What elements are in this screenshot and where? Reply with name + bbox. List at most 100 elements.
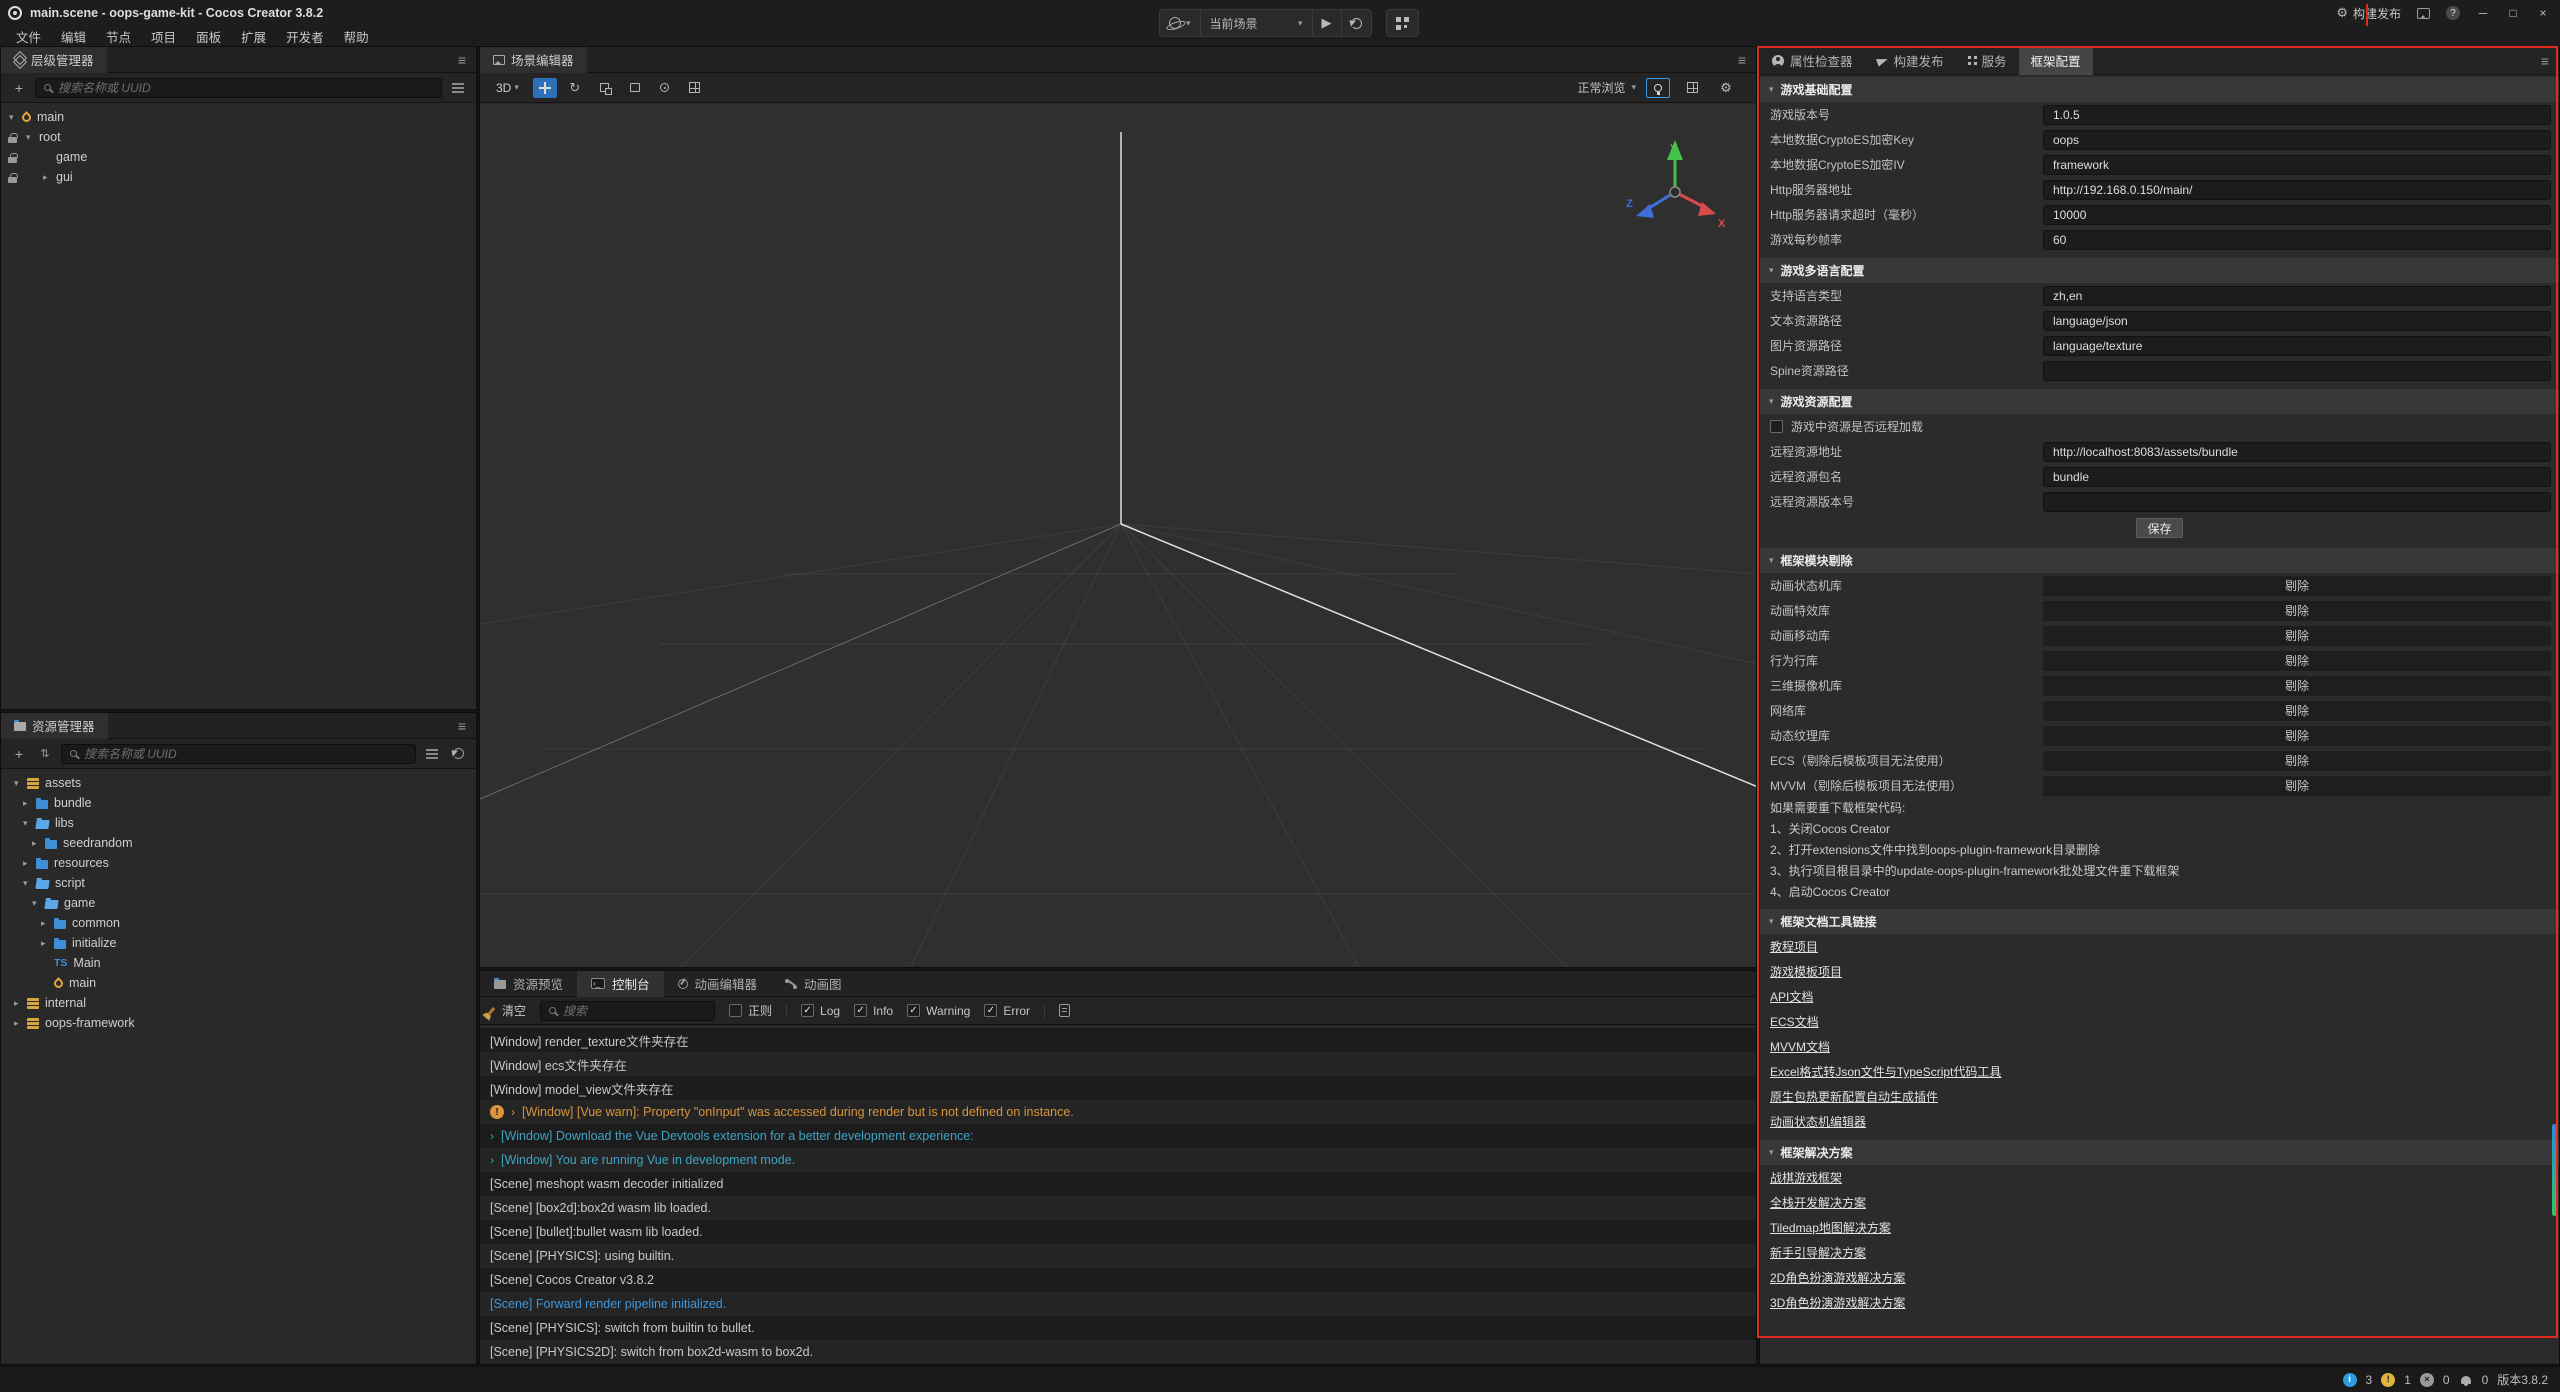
regex-checkbox[interactable]: 正则 xyxy=(729,1002,772,1019)
log-entry[interactable]: [Window] You are running Vue in developm… xyxy=(480,1148,1756,1172)
create-node-button[interactable]: + xyxy=(9,78,29,98)
doc-link[interactable]: Excel格式转Json文件与TypeScript代码工具 xyxy=(1770,1063,2001,1080)
remove-module-button[interactable]: 剔除 xyxy=(2043,701,2551,721)
asset-node[interactable]: assets xyxy=(1,773,476,793)
log-entry[interactable]: [Scene] [box2d]:box2d wasm lib loaded. xyxy=(480,1196,1756,1220)
remove-module-button[interactable]: 剔除 xyxy=(2043,651,2551,671)
hierarchy-node[interactable]: gui xyxy=(1,167,476,187)
expand-chevron-icon[interactable] xyxy=(14,1018,27,1029)
text-input[interactable]: bundle xyxy=(2043,467,2551,487)
menu-edit[interactable]: 编辑 xyxy=(51,27,96,46)
asset-node[interactable]: bundle xyxy=(1,793,476,813)
menu-node[interactable]: 节点 xyxy=(96,27,141,46)
solution-link[interactable]: Tiledmap地图解决方案 xyxy=(1770,1219,1891,1236)
expand-chevron-icon[interactable] xyxy=(23,878,36,889)
assets-search-input[interactable]: 搜索名称或 UUID xyxy=(61,744,416,764)
warning-count-icon[interactable]: ! xyxy=(2381,1373,2395,1387)
text-input[interactable]: language/json xyxy=(2043,311,2551,331)
log-entry[interactable]: [Scene] [bullet]:bullet wasm lib loaded. xyxy=(480,1220,1756,1244)
save-button[interactable]: 保存 xyxy=(2136,518,2182,538)
expand-chevron-icon[interactable] xyxy=(26,132,39,143)
panel-menu-icon[interactable]: ≡ xyxy=(458,52,466,68)
menu-project[interactable]: 项目 xyxy=(141,27,186,46)
text-input[interactable]: 10000 xyxy=(2043,205,2551,225)
error-count-icon[interactable]: × xyxy=(2420,1373,2434,1387)
orientation-gizmo[interactable]: Y X Z xyxy=(1620,132,1730,242)
menu-developer[interactable]: 开发者 xyxy=(276,27,334,46)
close-button[interactable]: × xyxy=(2536,6,2550,20)
remove-module-button[interactable]: 剔除 xyxy=(2043,626,2551,646)
preview-qr-button[interactable] xyxy=(1387,10,1418,36)
expand-chevron-icon[interactable] xyxy=(41,918,54,929)
screenshot-icon[interactable] xyxy=(2417,8,2430,19)
expand-chevron-icon[interactable] xyxy=(14,778,27,789)
menu-help[interactable]: 帮助 xyxy=(334,27,379,46)
expand-chevron-icon[interactable] xyxy=(23,858,36,869)
section-header[interactable]: ▾ 游戏资源配置 xyxy=(1760,389,2559,414)
scale-tool-button[interactable] xyxy=(593,78,617,98)
section-header[interactable]: ▾ 框架文档工具链接 xyxy=(1760,909,2559,934)
expand-chevron-icon[interactable] xyxy=(14,998,27,1009)
solution-link[interactable]: 战棋游戏框架 xyxy=(1770,1169,1842,1186)
tab-animation-graph[interactable]: 动画图 xyxy=(771,971,856,997)
scene-select-dropdown[interactable]: 当前场景 ▾ xyxy=(1201,10,1313,36)
play-button[interactable]: ▶ xyxy=(1313,10,1342,36)
doc-link[interactable]: 动画状态机编辑器 xyxy=(1770,1113,1866,1130)
asset-node[interactable]: common xyxy=(1,913,476,933)
solution-link[interactable]: 2D角色扮演游戏解决方案 xyxy=(1770,1269,1905,1286)
sort-icon[interactable]: ⇅ xyxy=(35,744,55,764)
text-input[interactable]: http://192.168.0.150/main/ xyxy=(2043,180,2551,200)
log-entry[interactable]: [Window] [Vue warn]: Property "onInput" … xyxy=(480,1100,1756,1124)
tab-hierarchy[interactable]: 层级管理器 xyxy=(1,47,107,73)
tab-framework-config[interactable]: 框架配置 xyxy=(2019,47,2093,75)
section-header[interactable]: ▾ 框架模块剔除 xyxy=(1760,548,2559,573)
tab-scene[interactable]: 场景编辑器 xyxy=(480,47,587,73)
refresh-icon[interactable] xyxy=(448,744,468,764)
expand-chevron-icon[interactable] xyxy=(490,1153,494,1167)
log-entry[interactable]: [Scene] [PHYSICS]: using builtin. xyxy=(480,1244,1756,1268)
asset-node[interactable]: oops-framework xyxy=(1,1013,476,1033)
doc-link[interactable]: MVVM文档 xyxy=(1770,1038,1830,1055)
tab-console[interactable]: 控制台 xyxy=(577,971,664,997)
log-entry[interactable]: [Scene] [PHYSICS2D]: switch from box2d-w… xyxy=(480,1340,1756,1364)
minimize-button[interactable]: ─ xyxy=(2476,6,2490,20)
log-entry[interactable]: [Window] model_view文件夹存在 xyxy=(480,1076,1756,1100)
tab-property-inspector[interactable]: 属性检查器 xyxy=(1760,47,1865,75)
expand-chevron-icon[interactable] xyxy=(511,1105,515,1119)
expand-chevron-icon[interactable] xyxy=(43,172,56,183)
log-entry[interactable]: [Window] render_texture文件夹存在 xyxy=(480,1028,1756,1052)
expand-chevron-icon[interactable] xyxy=(32,838,45,849)
log-detail-icon[interactable] xyxy=(1059,1004,1070,1017)
remove-module-button[interactable]: 剔除 xyxy=(2043,601,2551,621)
log-level-checkbox[interactable]: Warning xyxy=(907,1004,970,1018)
text-input[interactable] xyxy=(2043,361,2551,381)
remote-load-checkbox[interactable]: 游戏中资源是否远程加载 xyxy=(1760,414,2559,439)
view-mode-dropdown[interactable]: 正常浏览 ▾ xyxy=(1577,79,1636,96)
console-search-input[interactable]: 搜索 xyxy=(540,1001,715,1021)
panel-menu-icon[interactable]: ≡ xyxy=(458,718,466,734)
hierarchy-search-input[interactable]: 搜索名称或 UUID xyxy=(35,78,442,98)
move-tool-button[interactable] xyxy=(533,78,557,98)
bell-icon[interactable] xyxy=(2461,1376,2471,1384)
hierarchy-node[interactable]: game xyxy=(1,147,476,167)
text-input[interactable]: framework xyxy=(2043,155,2551,175)
menu-panel[interactable]: 面板 xyxy=(186,27,231,46)
doc-link[interactable]: 游戏模板项目 xyxy=(1770,963,1842,980)
log-entry[interactable]: [Scene] meshopt wasm decoder initialized xyxy=(480,1172,1756,1196)
maximize-button[interactable]: □ xyxy=(2506,6,2520,20)
remove-module-button[interactable]: 剔除 xyxy=(2043,576,2551,596)
text-input[interactable]: zh,en xyxy=(2043,286,2551,306)
log-level-checkbox[interactable]: Info xyxy=(854,1004,893,1018)
rect-tool-button[interactable] xyxy=(623,78,647,98)
build-publish-button[interactable]: ⚙ 构建发布 xyxy=(2336,5,2401,22)
pivot-toggle-button[interactable] xyxy=(653,78,677,98)
menu-file[interactable]: 文件 xyxy=(6,27,51,46)
filter-icon[interactable] xyxy=(422,744,442,764)
asset-node[interactable]: resources xyxy=(1,853,476,873)
expand-chevron-icon[interactable] xyxy=(23,798,36,809)
view-grid-button[interactable] xyxy=(1680,78,1704,98)
scrollbar-thumb[interactable] xyxy=(2552,1124,2557,1216)
clear-console-button[interactable]: 清空 xyxy=(490,1002,526,1019)
snap-settings-button[interactable] xyxy=(683,78,707,98)
doc-link[interactable]: 原生包热更新配置自动生成插件 xyxy=(1770,1088,1938,1105)
